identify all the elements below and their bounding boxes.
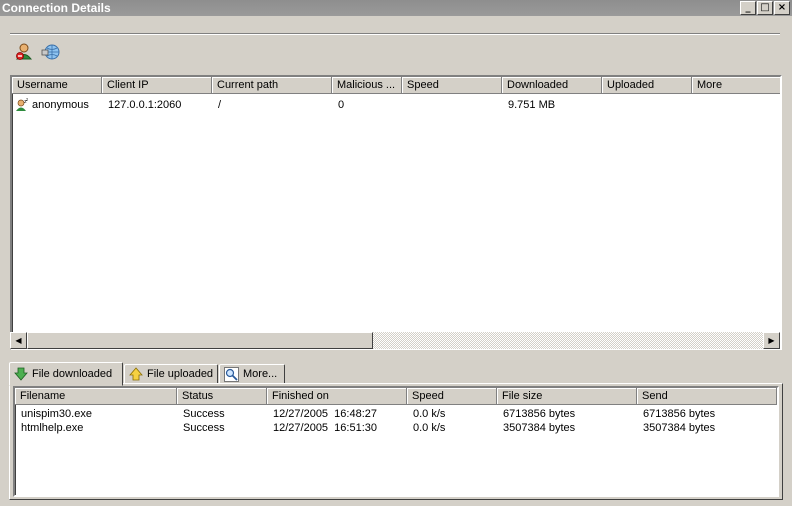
finished-on-cell: 12/27/2005 16:51:30 xyxy=(273,422,377,434)
col-file-size[interactable]: File size xyxy=(497,388,637,405)
transfer-speed-cell: 0.0 k/s xyxy=(413,408,446,420)
status-cell: Success xyxy=(183,422,225,434)
connections-list[interactable]: Username Client IP Current path Maliciou… xyxy=(10,75,782,350)
col-speed[interactable]: Speed xyxy=(402,77,502,94)
svg-text:z: z xyxy=(26,98,28,102)
send-cell: 6713856 bytes xyxy=(643,408,716,420)
tab-file-downloaded-label: File downloaded xyxy=(32,368,113,380)
network-icon[interactable] xyxy=(41,42,61,62)
col-current-path[interactable]: Current path xyxy=(212,77,332,94)
disconnect-user-icon[interactable] xyxy=(14,42,34,62)
close-button[interactable]: × xyxy=(774,1,790,15)
malicious-cell: 0 xyxy=(338,99,345,111)
current-path-cell: / xyxy=(218,99,222,111)
finished-on-cell: 12/27/2005 16:48:27 xyxy=(273,408,377,420)
col-filename[interactable]: Filename xyxy=(15,388,177,405)
col-status[interactable]: Status xyxy=(177,388,267,405)
window-title: Connection Details xyxy=(2,1,111,15)
magnifier-icon xyxy=(224,366,239,382)
tab-more[interactable]: More... xyxy=(219,364,285,384)
more-cell xyxy=(692,98,780,112)
tab-file-uploaded[interactable]: File uploaded xyxy=(124,364,218,384)
upload-arrow-icon xyxy=(129,367,143,381)
col-client-ip[interactable]: Client IP xyxy=(102,77,212,94)
speed-cell xyxy=(402,98,502,112)
minimize-button[interactable]: _ xyxy=(740,1,756,15)
user-sleeping-icon: z z xyxy=(16,98,28,111)
tab-file-uploaded-label: File uploaded xyxy=(147,368,214,380)
scroll-right-button[interactable]: ▶ xyxy=(763,332,780,349)
filename-cell: htmlhelp.exe xyxy=(21,422,84,434)
col-send[interactable]: Send xyxy=(637,388,777,405)
connections-header: Username Client IP Current path Maliciou… xyxy=(12,77,780,94)
download-arrow-icon xyxy=(14,367,28,381)
status-cell: Success xyxy=(183,408,225,420)
table-row[interactable]: z z anonymous 127.0.0.1:2060 / 0 9.751 M… xyxy=(12,98,780,112)
title-bar: Connection Details _ □ × xyxy=(0,0,792,16)
downloaded-cell: 9.751 MB xyxy=(508,99,556,111)
col-finished-on[interactable]: Finished on xyxy=(267,388,407,405)
maximize-button[interactable]: □ xyxy=(757,1,773,15)
col-more[interactable]: More xyxy=(692,77,780,94)
col-username[interactable]: Username xyxy=(12,77,102,94)
uploaded-cell xyxy=(602,98,692,112)
col-transfer-speed[interactable]: Speed xyxy=(407,388,497,405)
username-cell: anonymous xyxy=(32,99,89,111)
table-row[interactable]: unispim30.exe Success 12/27/2005 16:48:2… xyxy=(15,407,777,421)
table-row[interactable]: htmlhelp.exe Success 12/27/2005 16:51:30… xyxy=(15,421,777,435)
tab-panel: Filename Status Finished on Speed File s… xyxy=(9,383,783,500)
toolbar-separator xyxy=(10,33,780,35)
client-ip-cell: 127.0.0.1:2060 xyxy=(108,99,182,111)
col-malicious[interactable]: Malicious ... xyxy=(332,77,402,94)
horizontal-scrollbar[interactable]: ◀ ▶ xyxy=(10,332,780,349)
send-cell: 3507384 bytes xyxy=(643,422,716,434)
tab-more-label: More... xyxy=(243,368,278,380)
filename-cell: unispim30.exe xyxy=(21,408,92,420)
transfers-list[interactable]: Filename Status Finished on Speed File s… xyxy=(13,386,779,497)
transfers-header: Filename Status Finished on Speed File s… xyxy=(15,388,777,405)
tab-file-downloaded[interactable]: File downloaded xyxy=(9,362,123,386)
transfer-speed-cell: 0.0 k/s xyxy=(413,422,446,434)
scroll-thumb[interactable] xyxy=(27,332,373,349)
scroll-left-button[interactable]: ◀ xyxy=(10,332,27,349)
file-size-cell: 6713856 bytes xyxy=(503,408,576,420)
file-size-cell: 3507384 bytes xyxy=(503,422,576,434)
col-uploaded[interactable]: Uploaded xyxy=(602,77,692,94)
col-downloaded[interactable]: Downloaded xyxy=(502,77,602,94)
